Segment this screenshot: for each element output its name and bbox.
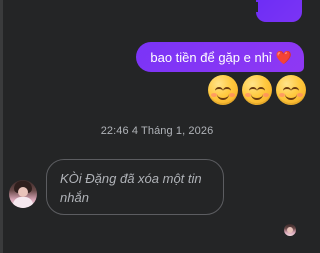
outgoing-message-text: bao tiền để gặp e nhỉ [150,49,272,65]
smiling-face-icon [208,75,238,105]
emoji-cheek [229,93,235,97]
emoji-message[interactable] [208,75,306,105]
message-timestamp: 22:46 4 Tháng 1, 2026 [100,125,214,137]
smiling-face-icon [276,75,306,105]
seen-avatar-face [287,227,293,233]
chat-pane: bao tiền để gặp e nhỉ ❤️ 22:46 4 Tháng 1… [0,0,314,253]
avatar[interactable] [9,180,37,208]
emoji-cheek [263,93,269,97]
avatar-body [13,197,33,208]
emoji-cheek [297,93,303,97]
bubble-notch [248,2,258,12]
red-heart-emoji: ❤️ [275,49,292,65]
smiling-face-icon [242,75,272,105]
emoji-smile [251,91,263,100]
emoji-smile [285,91,297,100]
deleted-message-bubble[interactable]: KÒi Đặng đã xóa một tin nhắn [46,159,224,215]
previous-outgoing-message-fragment[interactable] [248,0,302,22]
outgoing-message-bubble[interactable]: bao tiền để gặp e nhỉ ❤️ [136,42,304,72]
incoming-message-row: KÒi Đặng đã xóa một tin nhắn [9,159,224,215]
seen-avatar-icon [284,224,296,236]
emoji-smile [217,91,229,100]
avatar-face [18,187,28,197]
deleted-message-text: KÒi Đặng đã xóa một tin nhắn [60,171,202,205]
